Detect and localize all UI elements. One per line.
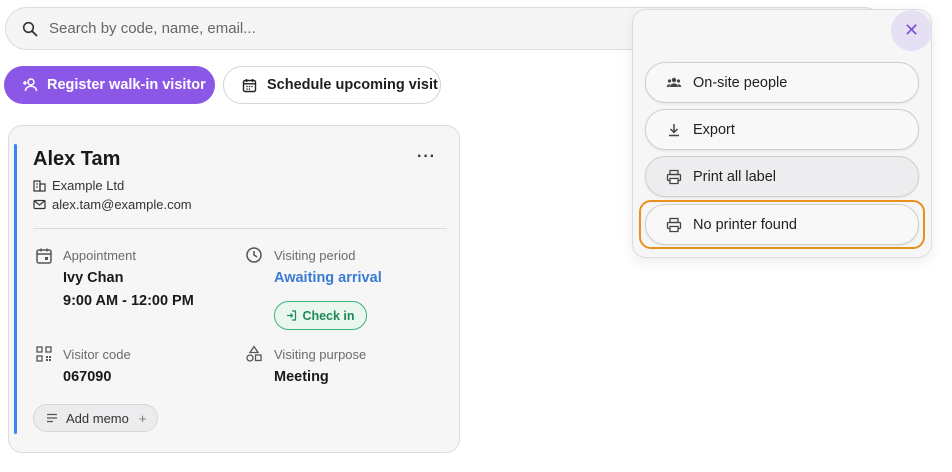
shapes-icon (246, 345, 262, 362)
menu-item-on-site-people[interactable]: On-site people (645, 62, 919, 103)
close-icon[interactable]: ✕ (891, 10, 932, 51)
add-person-icon (23, 78, 38, 92)
menu-item-no-printer-found[interactable]: No printer found (645, 204, 919, 245)
search-icon (22, 21, 38, 36)
schedule-visit-button[interactable]: Schedule upcoming visit (223, 66, 441, 104)
printer-icon (666, 169, 682, 184)
host-name: Ivy Chan (63, 270, 124, 286)
menu-item-print-all-label[interactable]: Print all label (645, 156, 919, 197)
visitor-code-value: 067090 (63, 369, 112, 385)
add-memo-button[interactable]: Add memo + (33, 404, 158, 432)
visitor-code-label: Visitor code (63, 347, 131, 362)
visitor-card[interactable]: Alex Tam ··· Example Ltd alex.tam@exampl… (8, 125, 460, 453)
more-options-button[interactable]: ··· (417, 148, 436, 166)
menu-item-label: On-site people (693, 74, 788, 91)
download-icon (669, 123, 679, 136)
visiting-purpose-label: Visiting purpose (274, 347, 367, 362)
appointment-label: Appointment (63, 248, 136, 263)
mail-icon (33, 199, 46, 210)
card-divider (33, 228, 447, 229)
add-memo-label: Add memo (66, 410, 129, 426)
arrival-status: Awaiting arrival (274, 270, 382, 286)
appointment-time: 9:00 AM - 12:00 PM (63, 293, 194, 309)
calendar-icon (36, 248, 52, 264)
visiting-purpose-value: Meeting (274, 369, 329, 385)
check-in-button[interactable]: Check in (274, 301, 367, 330)
menu-item-export[interactable]: Export (645, 109, 919, 150)
card-accent-bar (14, 144, 17, 434)
visiting-period-label: Visiting period (274, 248, 356, 263)
menu-item-label: Print all label (693, 168, 777, 185)
login-icon (287, 310, 297, 321)
qr-code-icon (36, 346, 52, 362)
search-placeholder: Search by code, name, email... (49, 20, 256, 37)
email-address: alex.tam@example.com (52, 197, 192, 212)
register-walk-in-button[interactable]: Register walk-in visitor (4, 66, 215, 104)
clock-icon (246, 247, 262, 263)
email-line: alex.tam@example.com (33, 197, 192, 212)
schedule-visit-label: Schedule upcoming visit (267, 77, 438, 93)
check-in-label: Check in (302, 308, 355, 323)
calendar-icon (242, 78, 257, 92)
visitor-management-page: Search by code, name, email... Register … (0, 0, 952, 472)
actions-menu: ✕ On-site people Export Print all label … (632, 9, 932, 258)
note-icon (47, 413, 57, 423)
menu-item-label: No printer found (693, 216, 797, 233)
company-line: Example Ltd (33, 178, 124, 193)
company-name: Example Ltd (52, 178, 125, 193)
visitor-name: Alex Tam (33, 148, 121, 170)
register-walk-in-label: Register walk-in visitor (47, 77, 206, 93)
people-icon (666, 77, 682, 87)
printer-icon (666, 217, 682, 232)
plus-icon: + (138, 410, 147, 426)
building-icon (33, 180, 46, 192)
menu-item-label: Export (693, 121, 735, 138)
